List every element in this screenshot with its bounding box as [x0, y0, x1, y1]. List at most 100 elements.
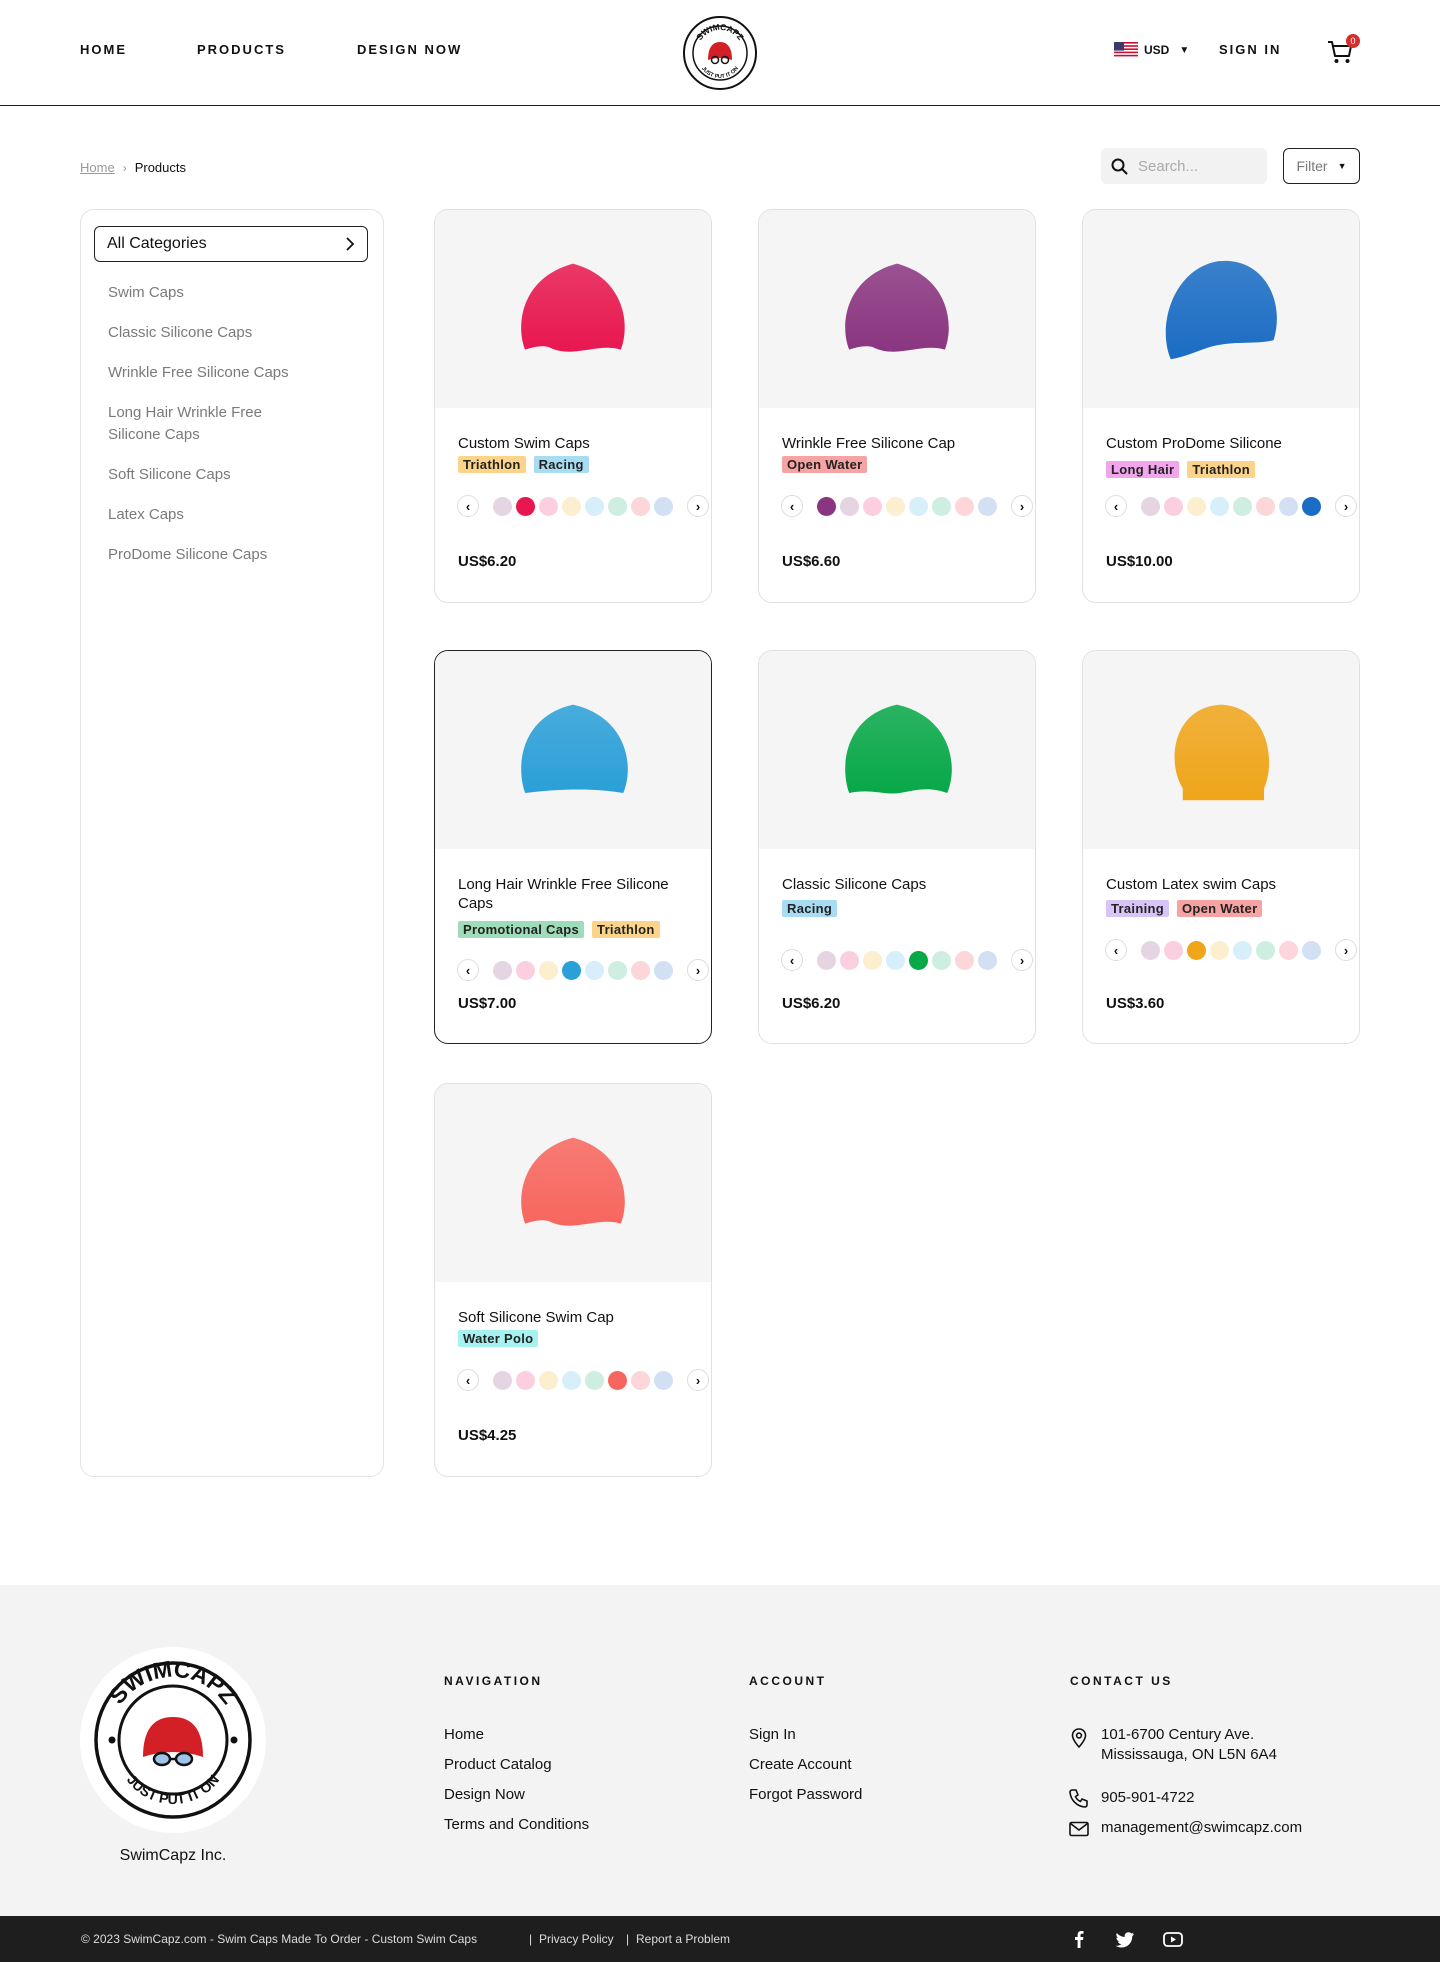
footer-link-home[interactable]: Home — [444, 1726, 484, 1743]
color-swatch[interactable] — [840, 950, 859, 970]
breadcrumb-home[interactable]: Home — [80, 160, 115, 175]
color-swatch[interactable] — [1141, 496, 1160, 516]
color-swatch[interactable] — [585, 496, 604, 516]
chevron-left-icon[interactable]: ‹ — [1105, 939, 1127, 961]
product-card[interactable]: Soft Silicone Swim Cap Water Polo ‹ › US$4.2… — [434, 1083, 712, 1477]
color-swatch[interactable] — [608, 496, 627, 516]
color-swatch[interactable] — [585, 1370, 604, 1390]
color-swatch[interactable] — [1302, 496, 1321, 516]
product-card[interactable]: Custom ProDome Silicone Long Hair Triathlo… — [1082, 209, 1360, 603]
product-image[interactable] — [1083, 651, 1359, 849]
category-latex-caps[interactable]: Latex Caps — [108, 504, 358, 526]
category-wrinkle-free-silicone-caps[interactable]: Wrinkle Free Silicone Caps — [108, 362, 358, 384]
color-swatch[interactable] — [840, 496, 859, 516]
chevron-right-icon[interactable]: › — [1335, 939, 1357, 961]
facebook-icon[interactable] — [1068, 1928, 1090, 1950]
color-swatch[interactable] — [955, 950, 974, 970]
nav-home[interactable]: HOME — [80, 42, 127, 57]
color-swatch[interactable] — [1164, 940, 1183, 960]
color-swatch[interactable] — [539, 496, 558, 516]
product-image[interactable] — [759, 651, 1035, 849]
product-image[interactable] — [1083, 210, 1359, 408]
currency-selector[interactable]: USD ▼ — [1114, 42, 1189, 58]
chevron-right-icon[interactable]: › — [687, 1369, 709, 1391]
footer-link-terms[interactable]: Terms and Conditions — [444, 1816, 589, 1833]
color-swatch[interactable] — [1256, 496, 1275, 516]
filter-dropdown[interactable]: Filter ▼ — [1283, 148, 1360, 184]
product-name[interactable]: Classic Silicone Caps — [782, 875, 1022, 894]
footer-logo[interactable]: SWIMCAPZ JUST PUT IT ON — [80, 1647, 266, 1833]
product-image[interactable] — [759, 210, 1035, 408]
color-swatch[interactable] — [608, 1370, 627, 1390]
category-prodome-silicone-caps[interactable]: ProDome Silicone Caps — [108, 544, 358, 566]
color-swatch[interactable] — [1187, 940, 1206, 960]
product-name[interactable]: Wrinkle Free Silicone Cap — [782, 434, 1022, 453]
chevron-left-icon[interactable]: ‹ — [781, 495, 803, 517]
color-swatch[interactable] — [1210, 940, 1229, 960]
footer-link-design-now[interactable]: Design Now — [444, 1786, 525, 1803]
color-swatch[interactable] — [631, 1370, 650, 1390]
color-swatch[interactable] — [654, 496, 673, 516]
color-swatch[interactable] — [1279, 496, 1298, 516]
color-swatch[interactable] — [1302, 940, 1321, 960]
color-swatch[interactable] — [1164, 496, 1183, 516]
chevron-left-icon[interactable]: ‹ — [781, 949, 803, 971]
product-name[interactable]: Custom Swim Caps — [458, 434, 698, 453]
product-name[interactable]: Soft Silicone Swim Cap — [458, 1308, 698, 1327]
color-swatch[interactable] — [1233, 496, 1252, 516]
chevron-right-icon[interactable]: › — [687, 495, 709, 517]
footer-link-product-catalog[interactable]: Product Catalog — [444, 1756, 552, 1773]
product-card[interactable]: Custom Swim Caps Triathlon Racing ‹ › US$6.20 — [434, 209, 712, 603]
chevron-right-icon[interactable]: › — [1335, 495, 1357, 517]
color-swatch[interactable] — [978, 496, 997, 516]
email-address[interactable]: management@swimcapz.com — [1101, 1818, 1302, 1838]
chevron-left-icon[interactable]: ‹ — [457, 1369, 479, 1391]
color-swatch[interactable] — [493, 960, 512, 980]
chevron-left-icon[interactable]: ‹ — [457, 495, 479, 517]
product-image[interactable] — [435, 210, 711, 408]
color-swatch[interactable] — [1141, 940, 1160, 960]
color-swatch[interactable] — [654, 1370, 673, 1390]
color-swatch[interactable] — [516, 496, 535, 516]
color-swatch[interactable] — [539, 960, 558, 980]
color-swatch[interactable] — [493, 496, 512, 516]
color-swatch[interactable] — [932, 950, 951, 970]
color-swatch[interactable] — [886, 496, 905, 516]
category-swim-caps[interactable]: Swim Caps — [108, 282, 358, 304]
color-swatch[interactable] — [909, 496, 928, 516]
color-swatch[interactable] — [562, 1370, 581, 1390]
chevron-left-icon[interactable]: ‹ — [1105, 495, 1127, 517]
color-swatch[interactable] — [932, 496, 951, 516]
twitter-icon[interactable] — [1114, 1928, 1136, 1950]
product-image[interactable] — [435, 1084, 711, 1282]
color-swatch[interactable] — [608, 960, 627, 980]
product-name[interactable]: Custom ProDome Silicone — [1106, 434, 1346, 453]
color-swatch[interactable] — [516, 1370, 535, 1390]
color-swatch[interactable] — [863, 496, 882, 516]
color-swatch[interactable] — [1279, 940, 1298, 960]
color-swatch[interactable] — [955, 496, 974, 516]
color-swatch[interactable] — [886, 950, 905, 970]
color-swatch[interactable] — [1187, 496, 1206, 516]
all-categories-button[interactable]: All Categories — [94, 226, 368, 262]
chevron-left-icon[interactable]: ‹ — [457, 959, 479, 981]
search-input[interactable] — [1138, 157, 1258, 175]
color-swatch[interactable] — [1210, 496, 1229, 516]
color-swatch[interactable] — [978, 950, 997, 970]
product-name[interactable]: Long Hair Wrinkle Free Silicone Caps — [458, 875, 698, 913]
swimcapz-logo[interactable]: SWIMCAPZ JUST PUT IT ON — [683, 16, 757, 90]
color-swatch[interactable] — [539, 1370, 558, 1390]
product-name[interactable]: Custom Latex swim Caps — [1106, 875, 1346, 894]
product-card[interactable]: Classic Silicone Caps Racing ‹ › US$6.20 — [758, 650, 1036, 1044]
color-swatch[interactable] — [654, 960, 673, 980]
nav-products[interactable]: PRODUCTS — [197, 42, 286, 57]
color-swatch[interactable] — [631, 960, 650, 980]
category-soft-silicone-caps[interactable]: Soft Silicone Caps — [108, 464, 358, 486]
category-long-hair-wrinkle-free[interactable]: Long Hair Wrinkle Free Silicone Caps — [108, 402, 288, 446]
color-swatch[interactable] — [1233, 940, 1252, 960]
color-swatch[interactable] — [493, 1370, 512, 1390]
color-swatch[interactable] — [516, 960, 535, 980]
chevron-right-icon[interactable]: › — [1011, 949, 1033, 971]
chevron-right-icon[interactable]: › — [1011, 495, 1033, 517]
search-icon[interactable] — [1111, 158, 1128, 175]
